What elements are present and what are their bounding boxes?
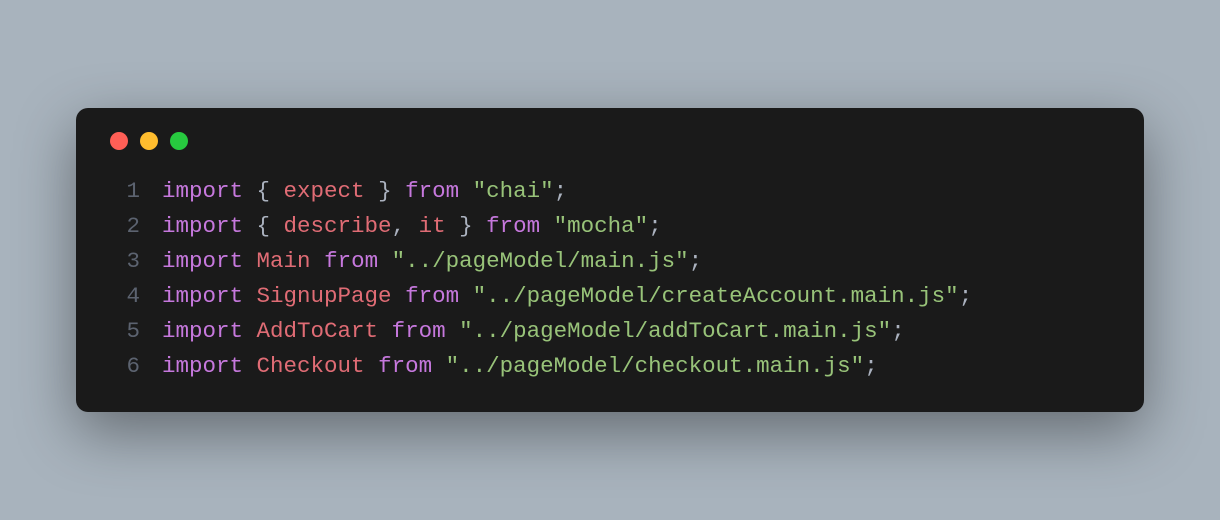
token-ident: it (419, 213, 446, 239)
token-string: "../pageModel/checkout.main.js" (446, 353, 865, 379)
token-string: "mocha" (554, 213, 649, 239)
line-number: 3 (104, 244, 140, 279)
token-ident: SignupPage (257, 283, 392, 309)
token-default (392, 283, 406, 309)
line-content[interactable]: import Main from "../pageModel/main.js"; (162, 244, 702, 279)
token-keyword: import (162, 178, 243, 204)
line-number: 4 (104, 279, 140, 314)
code-line[interactable]: 4 import SignupPage from "../pageModel/cr… (104, 279, 1116, 314)
token-ident: expect (284, 178, 365, 204)
token-default (311, 248, 325, 274)
token-punct: ; (891, 318, 905, 344)
token-default (473, 213, 487, 239)
line-content[interactable]: import SignupPage from "../pageModel/cre… (162, 279, 972, 314)
token-keyword: from (378, 353, 432, 379)
token-string: "../pageModel/createAccount.main.js" (473, 283, 959, 309)
token-default (432, 353, 446, 379)
token-default (365, 353, 379, 379)
token-ident: Checkout (257, 353, 365, 379)
token-keyword: from (392, 318, 446, 344)
code-line[interactable]: 3 import Main from "../pageModel/main.js"… (104, 244, 1116, 279)
token-default (243, 178, 257, 204)
token-default (243, 248, 257, 274)
token-default (243, 318, 257, 344)
token-string: "../pageModel/main.js" (392, 248, 689, 274)
token-keyword: from (405, 178, 459, 204)
line-content[interactable]: import { expect } from "chai"; (162, 174, 567, 209)
token-default (459, 178, 473, 204)
token-punct: , (392, 213, 419, 239)
token-punct: ; (554, 178, 568, 204)
token-punct: ; (648, 213, 662, 239)
token-ident: AddToCart (257, 318, 379, 344)
line-number: 1 (104, 174, 140, 209)
token-keyword: import (162, 353, 243, 379)
token-keyword: import (162, 283, 243, 309)
token-punct: } (365, 178, 392, 204)
token-default (243, 353, 257, 379)
minimize-icon[interactable] (140, 132, 158, 150)
line-content[interactable]: import Checkout from "../pageModel/check… (162, 349, 878, 384)
token-default (243, 213, 257, 239)
code-area[interactable]: 1 import { expect } from "chai"; 2 import {… (104, 174, 1116, 383)
window-controls (104, 132, 1116, 150)
token-default (446, 318, 460, 344)
close-icon[interactable] (110, 132, 128, 150)
code-line[interactable]: 6 import Checkout from "../pageModel/chec… (104, 349, 1116, 384)
line-number: 6 (104, 349, 140, 384)
token-string: "chai" (473, 178, 554, 204)
code-line[interactable]: 2 import { describe, it } from "mocha"; (104, 209, 1116, 244)
token-keyword: from (324, 248, 378, 274)
token-punct: ; (689, 248, 703, 274)
token-default (392, 178, 406, 204)
line-content[interactable]: import AddToCart from "../pageModel/addT… (162, 314, 905, 349)
maximize-icon[interactable] (170, 132, 188, 150)
code-line[interactable]: 1 import { expect } from "chai"; (104, 174, 1116, 209)
token-default (378, 248, 392, 274)
token-punct: } (446, 213, 473, 239)
token-default (378, 318, 392, 344)
token-default (459, 283, 473, 309)
token-punct: ; (864, 353, 878, 379)
token-punct: { (257, 213, 284, 239)
token-string: "../pageModel/addToCart.main.js" (459, 318, 891, 344)
token-keyword: from (486, 213, 540, 239)
token-default (243, 283, 257, 309)
token-keyword: import (162, 213, 243, 239)
token-keyword: import (162, 248, 243, 274)
code-editor-window: 1 import { expect } from "chai"; 2 import {… (76, 108, 1144, 411)
line-number: 2 (104, 209, 140, 244)
code-line[interactable]: 5 import AddToCart from "../pageModel/add… (104, 314, 1116, 349)
token-keyword: import (162, 318, 243, 344)
token-ident: describe (284, 213, 392, 239)
line-number: 5 (104, 314, 140, 349)
token-punct: ; (959, 283, 973, 309)
token-keyword: from (405, 283, 459, 309)
token-ident: Main (257, 248, 311, 274)
token-default (540, 213, 554, 239)
line-content[interactable]: import { describe, it } from "mocha"; (162, 209, 662, 244)
token-punct: { (257, 178, 284, 204)
